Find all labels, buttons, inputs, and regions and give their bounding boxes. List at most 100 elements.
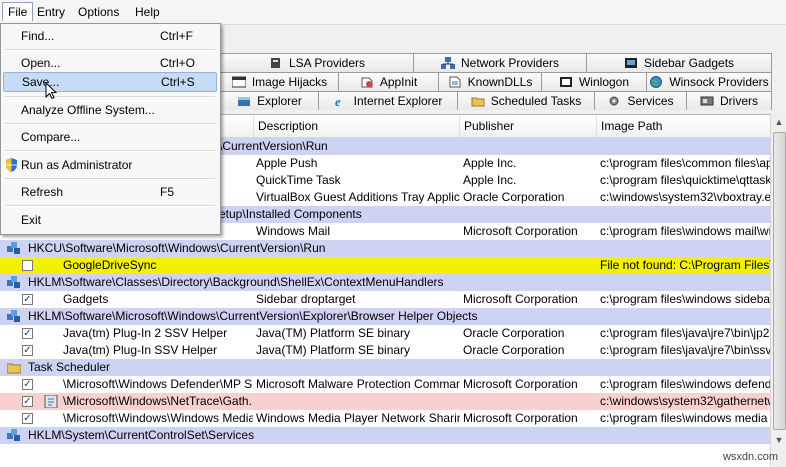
image-path-text: c:\program files\windows media pla (600, 411, 770, 425)
network-icon (440, 56, 455, 69)
task-icon (44, 394, 58, 409)
menu-help[interactable]: Help (130, 3, 165, 21)
registry-key-icon (7, 310, 21, 323)
list-item[interactable]: ✓ \Microsoft\Windows Defender\MP S... Mi… (0, 376, 770, 393)
entry-text: etup\Installed Components (219, 207, 362, 221)
tab-drivers[interactable]: Drivers (686, 91, 772, 110)
description-text: Windows Mail (256, 224, 331, 238)
entry-checkbox[interactable]: ✓ (22, 328, 33, 339)
entry-checkbox[interactable]: ✓ (22, 294, 33, 305)
winlogon-icon (559, 75, 573, 87)
image-path-text: File not found: C:\Program Files\Go (600, 258, 770, 272)
col-header-publisher[interactable]: Publisher (460, 115, 597, 137)
menu-item-label: Refresh (21, 185, 64, 199)
list-item-group[interactable]: HKLM\System\CurrentControlSet\Services (0, 427, 770, 444)
entry-checkbox[interactable]: ✓ (22, 345, 33, 356)
tab-network-providers[interactable]: Network Providers (413, 53, 587, 72)
image-path-text: c:\program files\windows sidebar\sl (600, 292, 770, 306)
tab-appinit[interactable]: AppInit (338, 72, 439, 91)
tab-services[interactable]: Services (594, 91, 687, 110)
watermark: wsxdn.com (722, 451, 778, 463)
uac-shield-icon (5, 158, 18, 178)
menu-options[interactable]: Options (73, 3, 124, 21)
list-item[interactable]: ✓ Java(tm) Plug-In 2 SSV Helper Java(TM)… (0, 325, 770, 342)
tab-label: AppInit (379, 75, 418, 89)
registry-key-icon (7, 429, 21, 442)
scroll-down-arrow-icon[interactable]: ▼ (771, 432, 786, 448)
image-path-text: c:\program files\common files\apple (600, 156, 770, 170)
description-text: Sidebar droptarget (256, 292, 356, 306)
entry-checkbox[interactable]: ✓ (22, 396, 33, 407)
list-item-group[interactable]: HKLM\Software\Classes\Directory\Backgrou… (0, 274, 770, 291)
list-item-group[interactable]: HKCU\Software\Microsoft\Windows\CurrentV… (0, 240, 770, 257)
tab-explorer[interactable]: Explorer (220, 91, 319, 110)
menu-item-refresh[interactable]: Refresh F5 (3, 182, 217, 202)
menu-separator (5, 49, 215, 51)
scroll-thumb[interactable] (773, 132, 786, 430)
description-text: Java(TM) Platform SE binary (256, 343, 411, 357)
menu-item-save[interactable]: Save... Ctrl+S (3, 72, 217, 92)
lsa-icon (269, 56, 283, 68)
list-item[interactable]: ✓ \Microsoft\Windows\NetTrace\Gath... c:… (0, 393, 770, 410)
gadget-icon (624, 56, 638, 68)
list-item[interactable]: ✓ Gadgets Sidebar droptarget Microsoft C… (0, 291, 770, 308)
menu-entry[interactable]: Entry (32, 3, 70, 21)
internet-explorer-icon: e (334, 94, 348, 109)
registry-key-icon (7, 276, 21, 289)
vertical-scrollbar[interactable]: ▲ ▼ (770, 114, 786, 466)
list-item[interactable]: GoogleDriveSync File not found: C:\Progr… (0, 257, 770, 274)
menu-item-exit[interactable]: Exit (3, 210, 217, 230)
tab-internet-explorer[interactable]: e Internet Explorer (318, 91, 458, 110)
entry-text: \Microsoft\Windows\Windows Media... (63, 411, 253, 425)
menu-separator (5, 205, 215, 207)
image-path-text: c:\program files\windows mail\winm (600, 224, 770, 238)
drivers-icon (700, 94, 714, 106)
entry-text: HKCU\Software\Microsoft\Windows\CurrentV… (28, 241, 326, 255)
entry-text: HKLM\System\CurrentControlSet\Services (28, 428, 255, 442)
tab-label: LSA Providers (288, 56, 366, 70)
entry-text: Task Scheduler (28, 360, 111, 374)
tab-label: Network Providers (460, 56, 560, 70)
menu-item-open[interactable]: Open... Ctrl+O (3, 53, 217, 73)
entry-checkbox[interactable]: ✓ (22, 379, 33, 390)
entry-checkbox[interactable]: ✓ (22, 413, 33, 424)
globe-icon (649, 75, 663, 88)
svg-text:e: e (335, 95, 341, 107)
entry-text: Gadgets (63, 292, 109, 306)
entry-checkbox[interactable] (22, 260, 33, 271)
tab-winsock-providers[interactable]: Winsock Providers (646, 72, 772, 91)
menu-item-analyze-offline[interactable]: Analyze Offline System... (3, 100, 217, 120)
menu-item-label: Analyze Offline System... (21, 103, 155, 117)
col-header-image-path[interactable]: Image Path (597, 115, 770, 137)
tab-label: Image Hijacks (251, 75, 328, 89)
menu-item-find[interactable]: Find... Ctrl+F (3, 26, 217, 46)
image-path-text: c:\program files\quicktime\qttask.ex (600, 173, 770, 187)
list-item[interactable]: ✓ \Microsoft\Windows\Windows Media... Wi… (0, 410, 770, 427)
menu-file[interactable]: File (2, 2, 34, 21)
tab-knowndlls[interactable]: KnownDLLs (438, 72, 542, 91)
tab-label: Explorer (257, 94, 302, 108)
list-item-group[interactable]: Task Scheduler (0, 359, 770, 376)
tab-winlogon[interactable]: Winlogon (541, 72, 647, 91)
publisher-text: Oracle Corporation (463, 326, 565, 340)
shortcut-label: F5 (160, 185, 175, 199)
tab-lsa-providers[interactable]: LSA Providers (220, 53, 414, 72)
menu-item-run-as-admin[interactable]: Run as Administrator (3, 155, 217, 175)
publisher-text: Oracle Corporation (463, 343, 565, 357)
scroll-up-arrow-icon[interactable]: ▲ (771, 114, 786, 130)
image-path-text: c:\windows\system32\gathernetwo (600, 394, 770, 408)
entry-text: GoogleDriveSync (63, 258, 157, 272)
list-item-group[interactable]: HKLM\Software\Microsoft\Windows\CurrentV… (0, 308, 770, 325)
col-header-description[interactable]: Description (254, 115, 460, 137)
tab-sidebar-gadgets[interactable]: Sidebar Gadgets (586, 53, 772, 72)
menu-item-compare[interactable]: Compare... (3, 127, 217, 147)
explorer-icon (237, 94, 251, 106)
registry-key-icon (7, 242, 21, 255)
publisher-text: Apple Inc. (463, 156, 517, 170)
entry-text: Java(tm) Plug-In 2 SSV Helper (63, 326, 228, 340)
tab-scheduled-tasks[interactable]: Scheduled Tasks (457, 91, 595, 110)
tab-label: Services (627, 94, 674, 108)
publisher-text: Microsoft Corporation (463, 292, 578, 306)
tab-image-hijacks[interactable]: Image Hijacks (220, 72, 339, 91)
list-item[interactable]: ✓ Java(tm) Plug-In SSV Helper Java(TM) P… (0, 342, 770, 359)
